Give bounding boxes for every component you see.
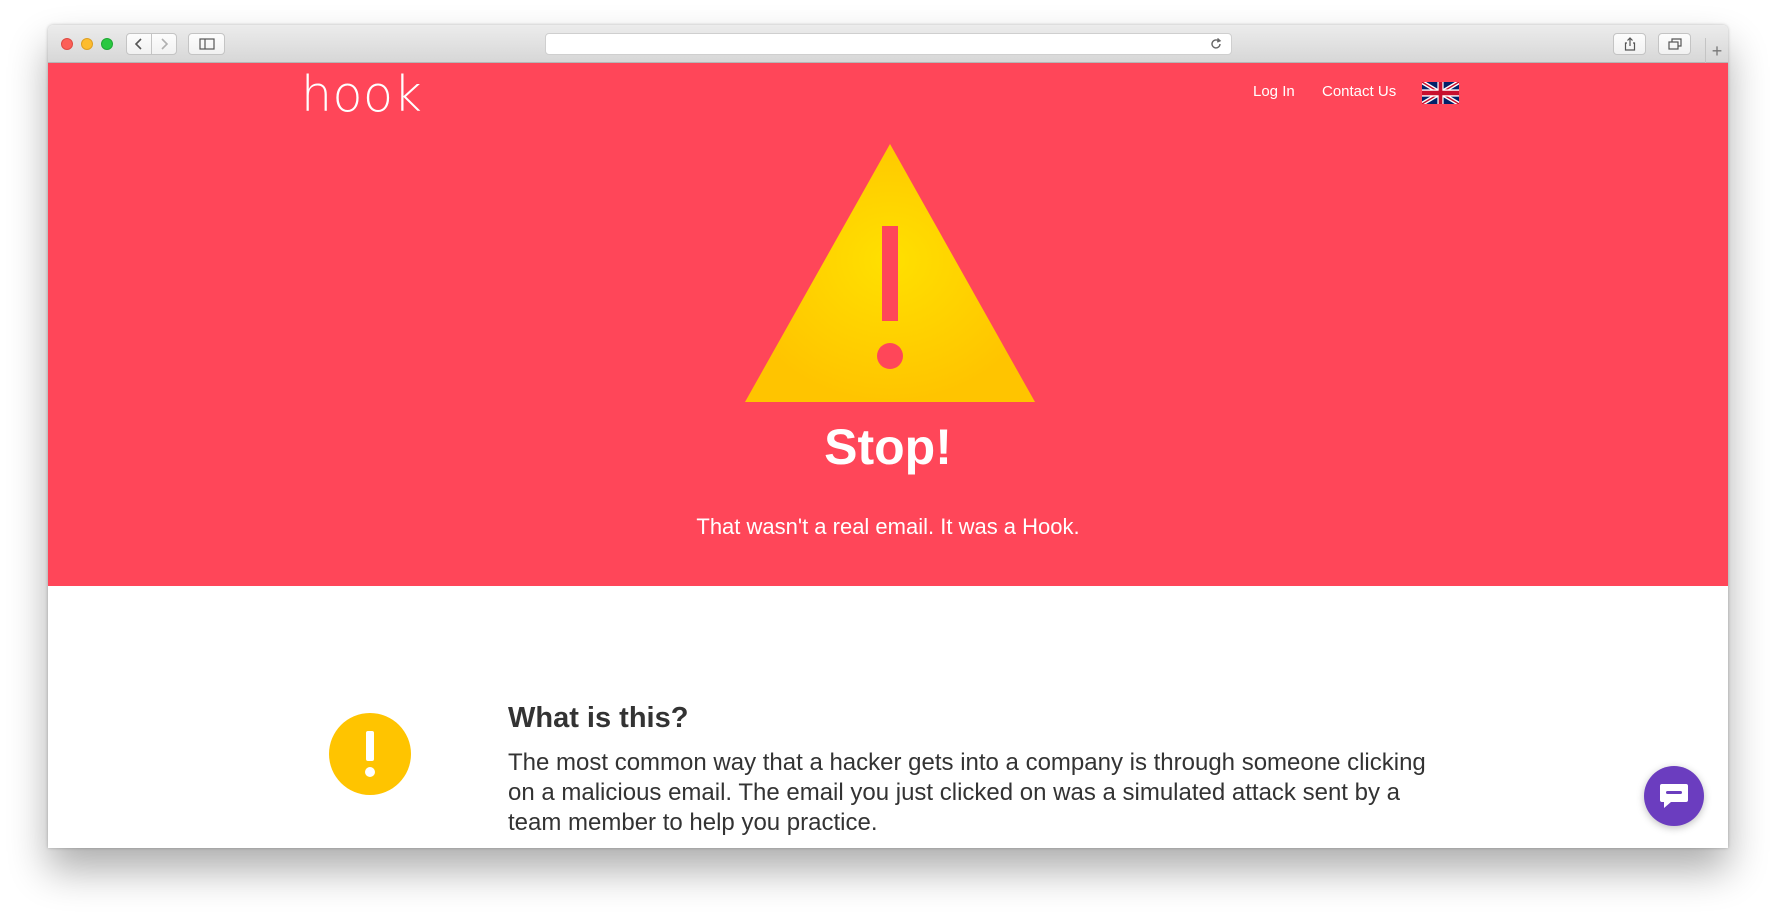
hero-subtitle: That wasn't a real email. It was a Hook. xyxy=(696,514,1080,539)
exclamation-icon xyxy=(329,713,411,795)
browser-window: + hook Log In Contact Us Stop! That wasn… xyxy=(48,25,1728,848)
chat-bubble-icon xyxy=(1660,784,1688,808)
reload-icon[interactable] xyxy=(1209,37,1223,51)
contact-us-link[interactable]: Contact Us xyxy=(1322,83,1396,100)
back-button[interactable] xyxy=(127,34,151,54)
chevron-right-icon xyxy=(161,38,169,50)
plus-icon: + xyxy=(1711,40,1723,61)
chat-button[interactable] xyxy=(1644,766,1704,826)
info-heading: What is this? xyxy=(508,702,689,734)
warning-triangle-icon xyxy=(745,144,1035,402)
exclamation-mark xyxy=(365,731,375,777)
browser-toolbar: + xyxy=(48,25,1728,63)
minimize-window-button[interactable] xyxy=(81,38,93,50)
sidebar-icon xyxy=(198,38,215,50)
chevron-left-icon xyxy=(134,38,142,50)
history-nav-group xyxy=(126,33,177,55)
forward-button[interactable] xyxy=(151,34,176,54)
share-icon xyxy=(1624,37,1635,51)
share-button[interactable] xyxy=(1613,33,1646,55)
address-bar[interactable] xyxy=(545,33,1232,55)
info-body: The most common way that a hacker gets i… xyxy=(508,749,1426,836)
uk-flag-icon[interactable] xyxy=(1422,82,1459,104)
zoom-window-button[interactable] xyxy=(101,38,113,50)
sidebar-toggle-button[interactable] xyxy=(188,33,225,55)
site-logo[interactable]: hook xyxy=(301,66,422,123)
close-window-button[interactable] xyxy=(61,38,73,50)
hero-title: Stop! xyxy=(824,419,952,475)
new-tab-button[interactable]: + xyxy=(1705,38,1728,63)
tabs-overview-icon xyxy=(1667,38,1682,50)
tabs-overview-button[interactable] xyxy=(1658,33,1691,55)
hero-section: hook Log In Contact Us Stop! That wasn't… xyxy=(48,63,1728,586)
login-link[interactable]: Log In xyxy=(1253,83,1295,100)
